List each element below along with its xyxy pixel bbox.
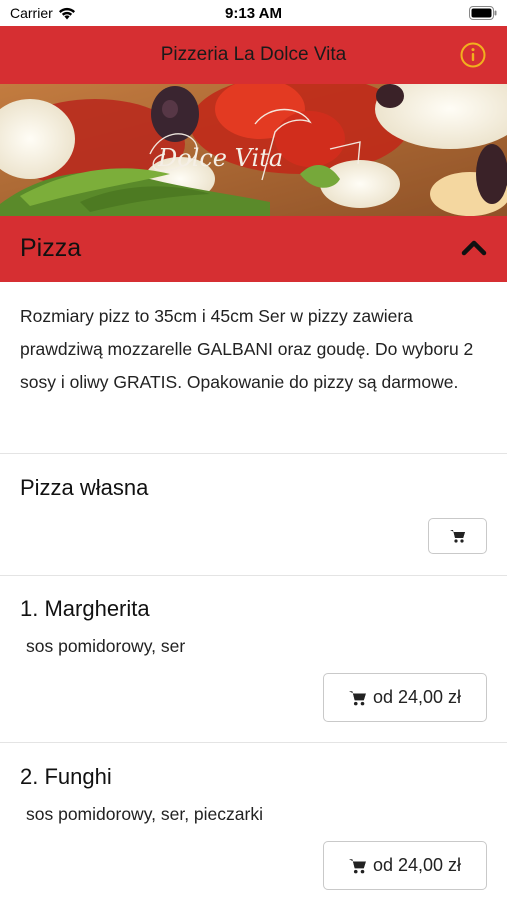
- pizza-photo: Dolce Vita: [0, 84, 507, 216]
- cart-icon: [348, 690, 366, 705]
- price-label: od 24,00 zł: [372, 855, 462, 875]
- category-title: Pizza: [20, 234, 82, 262]
- cart-icon: [449, 530, 465, 543]
- price-label: od 24,00 zł: [372, 687, 462, 707]
- divider: [0, 453, 507, 454]
- cart-icon: [348, 858, 366, 873]
- hero-logo-text: Dolce Vita: [157, 144, 283, 172]
- hero-banner: Dolce Vita: [0, 84, 507, 216]
- add-to-cart-button[interactable]: od 24,00 zł: [323, 841, 487, 890]
- menu-item-description: sos pomidorowy, ser: [26, 636, 186, 656]
- chevron-up-icon[interactable]: [461, 238, 487, 258]
- add-to-cart-button[interactable]: [428, 518, 487, 554]
- status-time: 9:13 AM: [225, 5, 282, 22]
- menu-item-name: 1. Margherita: [20, 596, 150, 621]
- info-icon[interactable]: [459, 41, 487, 69]
- app-header: Pizzeria La Dolce Vita: [0, 26, 507, 84]
- battery-icon: [469, 6, 497, 20]
- status-bar: Carrier 9:13 AM: [0, 0, 507, 26]
- category-header-pizza[interactable]: Pizza: [0, 216, 507, 282]
- category-description: Rozmiary pizz to 35cm i 45cm Ser w pizzy…: [20, 306, 474, 392]
- menu-item-description: sos pomidorowy, ser, pieczarki: [26, 804, 263, 824]
- divider: [0, 575, 507, 576]
- divider: [0, 742, 507, 743]
- menu-item-name: 2. Funghi: [20, 764, 112, 789]
- menu-item-name: Pizza własna: [20, 475, 149, 500]
- app-title: Pizzeria La Dolce Vita: [160, 44, 347, 65]
- add-to-cart-button[interactable]: od 24,00 zł: [323, 673, 487, 722]
